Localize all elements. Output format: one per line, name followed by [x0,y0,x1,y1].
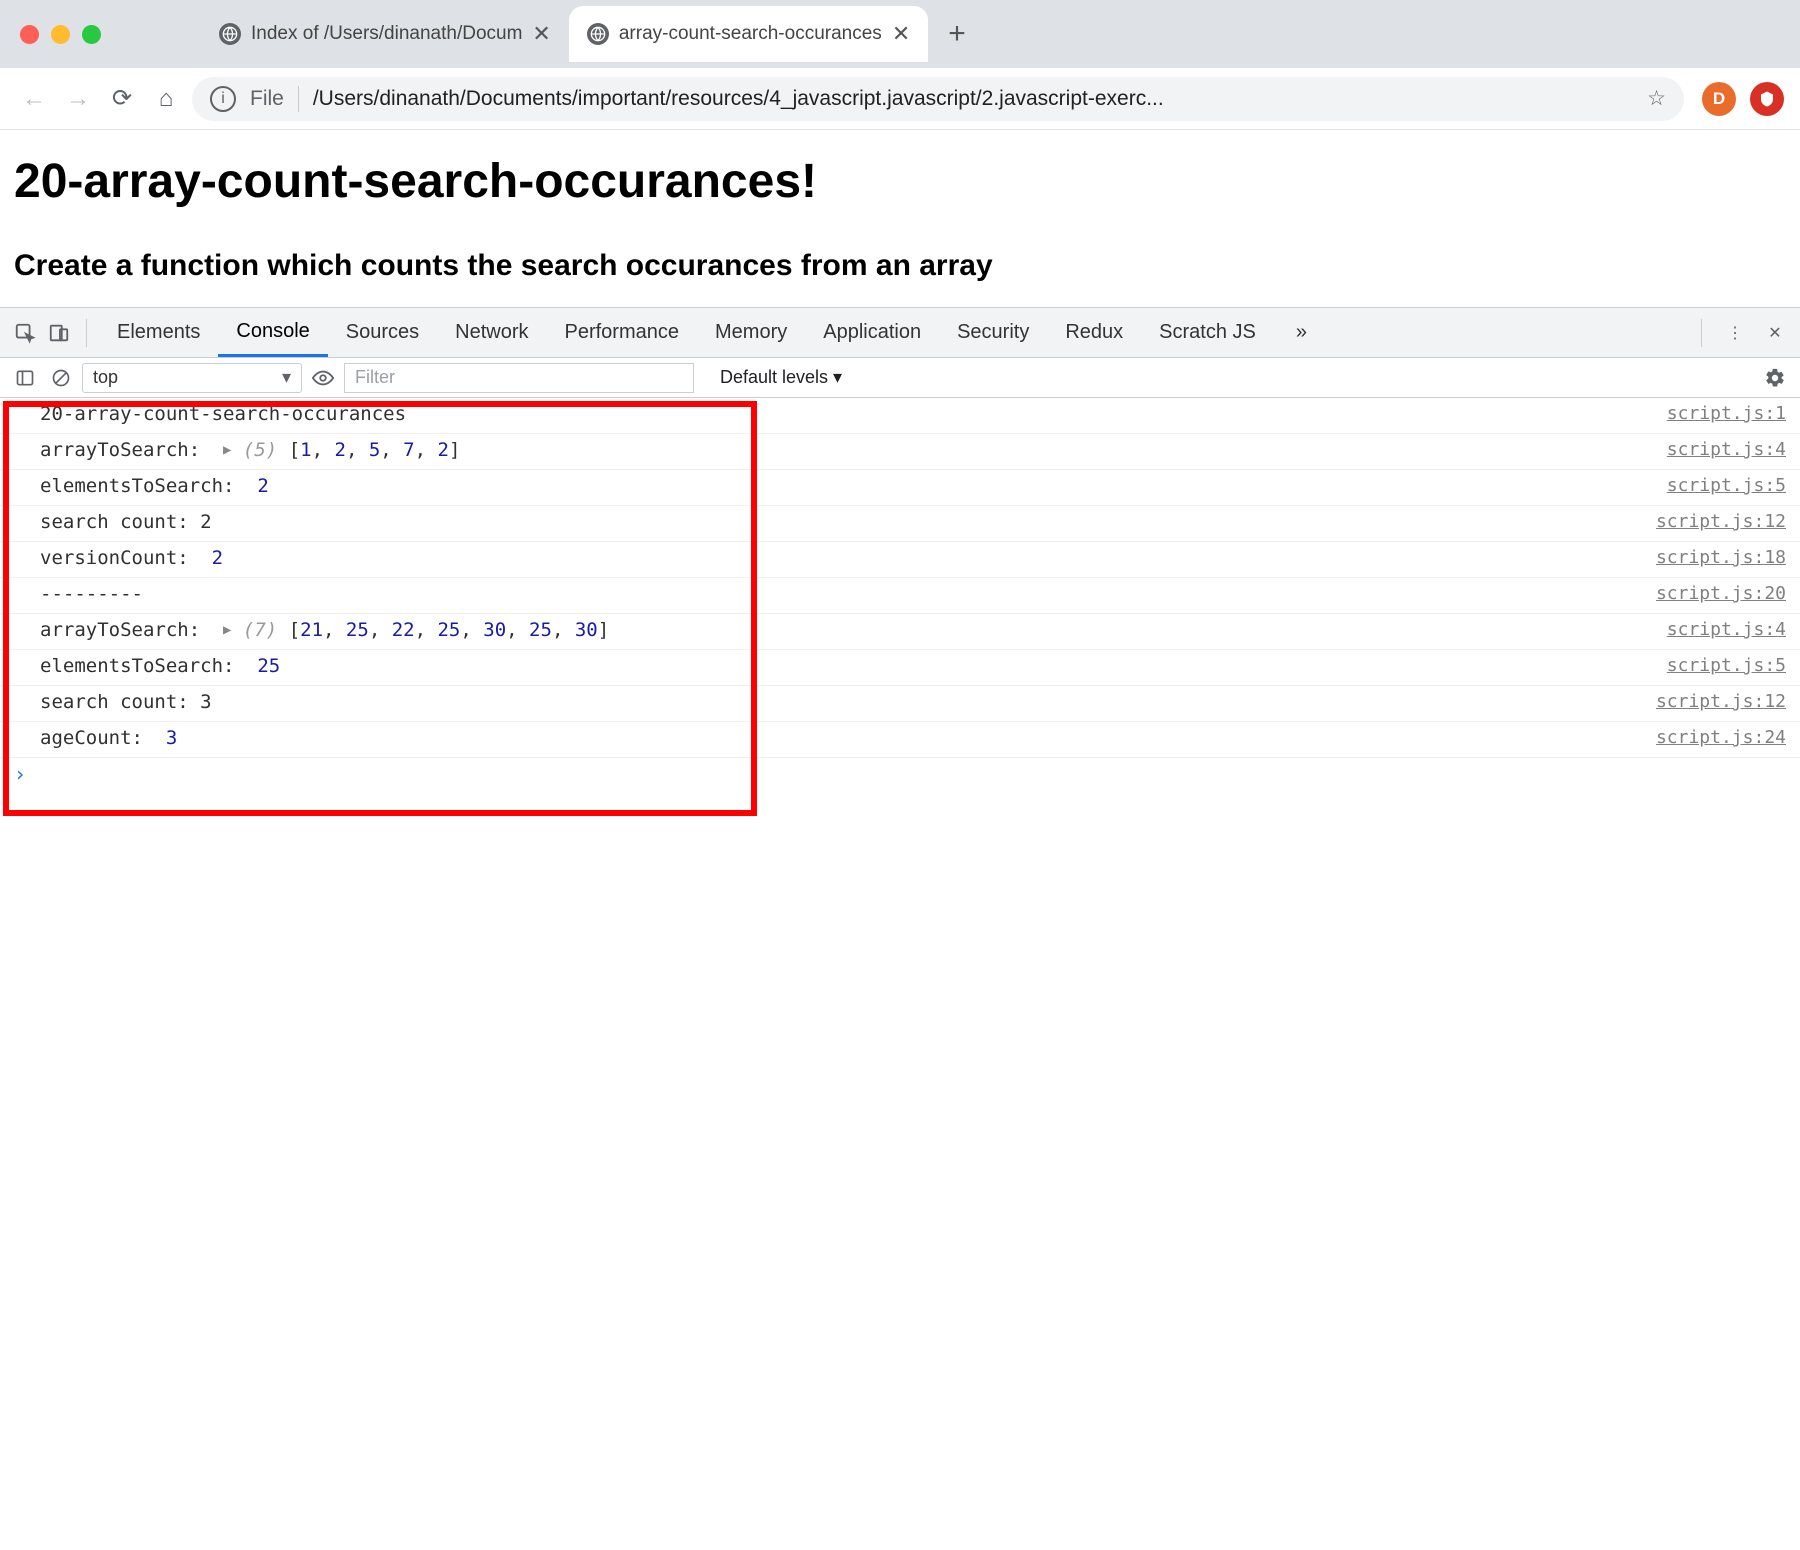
back-button[interactable]: ← [16,81,52,117]
console-source-link[interactable]: script.js:12 [1656,511,1786,532]
console-source-link[interactable]: script.js:1 [1667,403,1786,424]
more-tabs-button[interactable]: » [1278,308,1325,357]
devtools-tab-sources[interactable]: Sources [328,308,437,357]
console-message: elementsToSearch: 2 [40,475,269,497]
device-toggle-icon[interactable] [44,318,74,348]
console-row[interactable]: versionCount: 2 script.js:18 [0,542,1800,578]
console-row[interactable]: 20-array-count-search-occurances script.j… [0,398,1800,434]
console-message: ageCount: 3 [40,727,177,749]
console-source-link[interactable]: script.js:24 [1656,727,1786,748]
console-row[interactable]: arrayToSearch: ▶ (5) [1, 2, 5, 7, 2] scri… [0,434,1800,470]
console-filterbar: top ▾ Filter Default levels ▾ [0,358,1800,398]
devtools-tab-redux[interactable]: Redux [1047,308,1141,357]
console-source-link[interactable]: script.js:20 [1656,583,1786,604]
minimize-window-button[interactable] [51,25,70,44]
extensions-icon[interactable] [1750,82,1784,116]
clear-console-icon[interactable] [46,363,76,393]
console-row[interactable]: arrayToSearch: ▶ (7) [21, 25, 22, 25, 30… [0,614,1800,650]
console-message: arrayToSearch: ▶ (5) [1, 2, 5, 7, 2] [40,439,460,461]
close-icon[interactable]: ✕ [892,21,910,47]
console-row[interactable]: elementsToSearch: 25 script.js:5 [0,650,1800,686]
console-source-link[interactable]: script.js:18 [1656,547,1786,568]
reload-button[interactable]: ⟳ [104,81,140,117]
home-button[interactable]: ⌂ [148,81,184,117]
console-source-link[interactable]: script.js:4 [1667,439,1786,460]
devtools-tab-elements[interactable]: Elements [99,308,218,357]
console-source-link[interactable]: script.js:5 [1667,655,1786,676]
console-row[interactable]: ageCount: 3 script.js:24 [0,722,1800,758]
console-row[interactable]: elementsToSearch: 2 script.js:5 [0,470,1800,506]
address-bar[interactable]: i File /Users/dinanath/Documents/importa… [192,77,1684,121]
tab-label: Index of /Users/dinanath/Docum [251,23,522,45]
console-settings-icon[interactable] [1760,363,1790,393]
execution-context-select[interactable]: top ▾ [82,363,302,393]
console-source-link[interactable]: script.js:5 [1667,475,1786,496]
bookmark-icon[interactable]: ☆ [1647,86,1666,111]
close-window-button[interactable] [20,25,39,44]
maximize-window-button[interactable] [82,25,101,44]
console-row[interactable]: search count: 2 script.js:12 [0,506,1800,542]
devtools-tab-security[interactable]: Security [939,308,1047,357]
console-message: versionCount: 2 [40,547,223,569]
console-message: elementsToSearch: 25 [40,655,280,677]
browser-tabs: Index of /Users/dinanath/Docum ✕ array-c… [201,0,966,68]
profile-avatar[interactable]: D [1702,82,1736,116]
browser-tab-0[interactable]: Index of /Users/dinanath/Docum ✕ [201,6,569,62]
devtools-tab-memory[interactable]: Memory [697,308,805,357]
inspect-icon[interactable] [10,318,40,348]
forward-button[interactable]: → [60,81,96,117]
tab-label: array-count-search-occurances [619,23,882,45]
console-row[interactable]: search count: 3 script.js:12 [0,686,1800,722]
page-content: 20-array-count-search-occurances! Create… [0,130,1800,307]
eye-icon[interactable] [308,363,338,393]
console-row[interactable]: --------- script.js:20 [0,578,1800,614]
filter-placeholder: Filter [355,367,395,388]
devtools-tab-scratch-js[interactable]: Scratch JS [1141,308,1274,357]
console-output: 20-array-count-search-occurances script.j… [0,398,1800,1550]
browser-tab-1[interactable]: array-count-search-occurances ✕ [569,6,928,62]
globe-icon [587,23,609,45]
url-scheme: File [250,87,284,111]
new-tab-button[interactable]: + [948,17,966,51]
page-heading: 20-array-count-search-occurances! [14,154,1786,209]
browser-toolbar: ← → ⟳ ⌂ i File /Users/dinanath/Documents… [0,68,1800,130]
console-message: search count: 3 [40,691,212,713]
devtools-panel: ElementsConsoleSourcesNetworkPerformance… [0,307,1800,1550]
filter-input[interactable]: Filter [344,363,694,393]
console-prompt[interactable]: › [0,758,1800,790]
devtools-tab-network[interactable]: Network [437,308,546,357]
context-label: top [93,367,118,388]
console-message: 20-array-count-search-occurances [40,403,406,425]
console-message: arrayToSearch: ▶ (7) [21, 25, 22, 25, 30… [40,619,609,641]
devtools-tab-console[interactable]: Console [218,308,327,357]
globe-icon [219,23,241,45]
console-message: --------- [40,583,143,605]
devtools-close-icon[interactable]: ✕ [1760,318,1790,348]
window-controls [20,25,101,44]
sidebar-toggle-icon[interactable] [10,363,40,393]
page-subheading: Create a function which counts the searc… [14,249,1786,283]
console-source-link[interactable]: script.js:4 [1667,619,1786,640]
separator [298,86,299,112]
log-levels-select[interactable]: Default levels ▾ [720,367,842,388]
chevron-down-icon: ▾ [282,367,291,388]
devtools-tabbar: ElementsConsoleSourcesNetworkPerformance… [0,308,1800,358]
site-info-icon[interactable]: i [210,86,236,112]
url-path: /Users/dinanath/Documents/important/reso… [313,87,1633,111]
devtools-tab-application[interactable]: Application [805,308,939,357]
browser-titlebar: Index of /Users/dinanath/Docum ✕ array-c… [0,0,1800,68]
console-source-link[interactable]: script.js:12 [1656,691,1786,712]
console-message: search count: 2 [40,511,212,533]
close-icon[interactable]: ✕ [532,21,550,47]
devtools-tab-performance[interactable]: Performance [547,308,698,357]
kebab-menu-icon[interactable]: ⋮ [1720,318,1750,348]
